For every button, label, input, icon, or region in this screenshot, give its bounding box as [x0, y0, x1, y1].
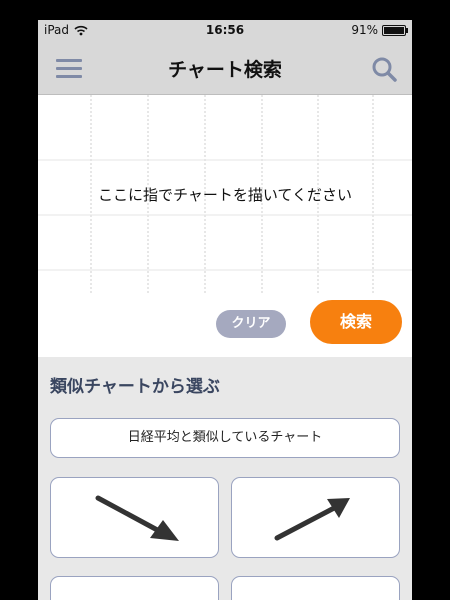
clear-button[interactable]: クリア [216, 310, 286, 338]
battery-icon [382, 24, 408, 36]
page-title: チャート検索 [168, 59, 282, 81]
status-bar: iPad 16:56 91% [38, 20, 412, 40]
battery-percent: 91% [351, 23, 378, 37]
similar-section-title: 類似チャートから選ぶ [50, 377, 220, 397]
search-button[interactable]: 検索 [310, 300, 402, 344]
drawing-hint: ここに指でチャートを描いてください [98, 186, 352, 204]
nikkei-similar-button[interactable]: 日経平均と類似しているチャート [50, 418, 400, 458]
app-screen: iPad 16:56 91% チャート検索 ここに指でチャートを描いてください … [38, 20, 412, 600]
similar-chart-card-up[interactable] [231, 477, 400, 558]
similar-chart-card-partial[interactable] [231, 576, 400, 600]
similar-chart-card-down[interactable] [50, 477, 219, 558]
battery-fill [384, 26, 405, 34]
down-trend-arrow-icon [95, 495, 179, 541]
up-trend-arrow-icon [274, 498, 350, 541]
status-right: 91% [351, 23, 408, 37]
chart-drawing-canvas[interactable]: ここに指でチャートを描いてください クリア 検索 [38, 95, 412, 357]
similar-chart-card-partial[interactable] [50, 576, 219, 600]
navigation-bar: チャート検索 [38, 40, 412, 95]
search-icon[interactable] [370, 55, 398, 83]
